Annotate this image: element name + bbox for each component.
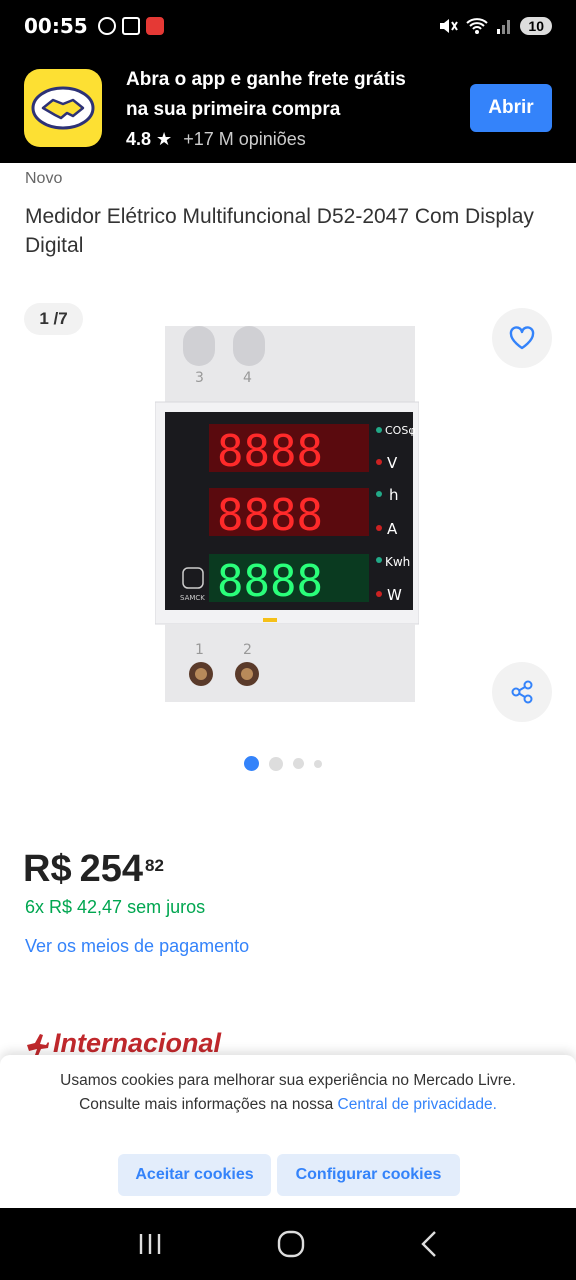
status-bar: 00:55 10 bbox=[0, 0, 576, 52]
terminal-label-1: 1 bbox=[195, 642, 204, 658]
display-row-current: 8888 bbox=[217, 490, 323, 541]
banner-text: Abra o app e ganhe frete grátis na sua p… bbox=[126, 65, 470, 150]
terminal-label-4: 4 bbox=[243, 370, 252, 386]
signal-icon bbox=[497, 20, 511, 34]
back-icon[interactable] bbox=[419, 1230, 439, 1258]
banner-rating: 4.8 ★ +17 M opiniões bbox=[126, 129, 470, 150]
product-condition: Novo bbox=[25, 170, 63, 187]
home-icon[interactable] bbox=[277, 1230, 305, 1258]
app-install-banner: Abra o app e ganhe frete grátis na sua p… bbox=[0, 52, 576, 163]
brand-label: SAMCK bbox=[180, 594, 205, 602]
airplane-icon bbox=[27, 1033, 49, 1056]
heart-icon bbox=[509, 326, 535, 350]
privacy-center-link[interactable]: Central de privacidade bbox=[338, 1096, 493, 1113]
label-kwh: Kwh bbox=[385, 555, 410, 569]
product-title: Medidor Elétrico Multifuncional D52-2047… bbox=[25, 205, 534, 257]
gallery-pagination bbox=[244, 756, 322, 771]
product-image[interactable]: 3 4 8888 8888 8888 COSφ V h A Kwh W SAMC… bbox=[154, 326, 420, 702]
handshake-icon bbox=[31, 86, 95, 129]
battery-level: 10 bbox=[520, 17, 552, 35]
installments: 6x R$ 42,47 sem juros bbox=[25, 897, 206, 917]
gallery-dot[interactable] bbox=[269, 756, 283, 771]
app-notification-icon bbox=[145, 17, 164, 35]
share-button[interactable] bbox=[492, 662, 552, 722]
display-row-voltage: 8888 bbox=[217, 426, 323, 477]
favorite-button[interactable] bbox=[492, 308, 552, 368]
cookie-link-suffix: . bbox=[492, 1096, 497, 1113]
label-cos: COSφ bbox=[385, 424, 416, 437]
banner-title-line2: na sua primeira compra bbox=[126, 99, 341, 120]
share-icon bbox=[511, 680, 533, 704]
label-w: W bbox=[387, 586, 402, 604]
star-icon: ★ bbox=[156, 129, 173, 149]
display-row-energy: 8888 bbox=[217, 556, 323, 607]
banner-title-line1: Abra o app e ganhe frete grátis bbox=[126, 69, 406, 90]
system-navigation-bar bbox=[0, 1208, 576, 1280]
reviews-count: +17 M opiniões bbox=[183, 129, 306, 149]
gallery-counter: 1 /7 bbox=[24, 303, 83, 335]
gallery-dot[interactable] bbox=[293, 758, 304, 769]
configure-cookies-button[interactable]: Configurar cookies bbox=[277, 1154, 460, 1196]
terminal-label-3: 3 bbox=[195, 370, 204, 386]
rating-value: 4.8 bbox=[126, 129, 152, 149]
label-a: A bbox=[387, 520, 398, 538]
gallery-dot-active[interactable] bbox=[244, 756, 259, 771]
payment-methods-link[interactable]: Ver os meios de pagamento bbox=[25, 936, 249, 957]
mute-icon bbox=[440, 19, 459, 33]
system-icons: 10 bbox=[438, 17, 552, 35]
cookie-consent-panel: Usamos cookies para melhorar sua experiê… bbox=[0, 1055, 576, 1208]
terminal-label-2: 2 bbox=[243, 642, 252, 658]
screenshot-icon bbox=[121, 17, 140, 35]
price-currency: R$ bbox=[23, 848, 72, 890]
label-h: h bbox=[389, 486, 399, 504]
status-time: 00:55 bbox=[24, 14, 88, 38]
recent-apps-icon[interactable] bbox=[137, 1232, 163, 1256]
label-v: V bbox=[387, 454, 398, 472]
whatsapp-icon bbox=[97, 17, 116, 35]
notification-icons bbox=[97, 17, 164, 35]
price-amount: 254 bbox=[79, 848, 143, 890]
accept-cookies-button[interactable]: Aceitar cookies bbox=[118, 1154, 271, 1196]
gallery-dot[interactable] bbox=[314, 759, 322, 768]
open-app-button[interactable]: Abrir bbox=[470, 83, 552, 132]
cookie-message: Usamos cookies para melhorar sua experiê… bbox=[40, 1069, 536, 1117]
price-cents: 82 bbox=[144, 856, 164, 875]
mercado-livre-logo bbox=[24, 68, 102, 147]
wifi-icon bbox=[466, 18, 489, 34]
price: R$ 254 82 bbox=[23, 848, 164, 891]
